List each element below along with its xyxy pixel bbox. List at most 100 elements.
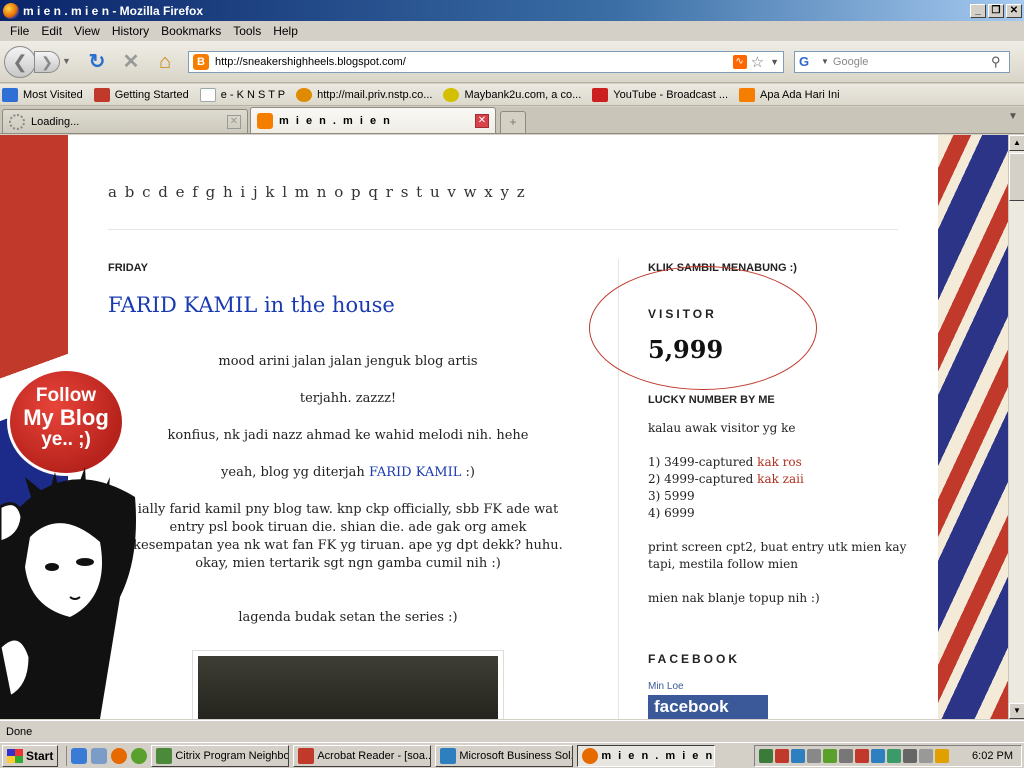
bookmark-mail[interactable]: http://mail.priv.nstp.co... xyxy=(296,87,432,102)
post-paragraph: ially farid kamil pny blog taw. knp ckp … xyxy=(133,502,563,571)
new-tab-button[interactable]: + xyxy=(500,111,526,133)
task-acrobat[interactable]: Acrobat Reader - [soa... xyxy=(293,744,432,767)
tray-icon-mail[interactable] xyxy=(855,749,869,763)
home-icon[interactable]: ⌂ xyxy=(152,49,178,75)
minimize-button[interactable]: _ xyxy=(970,3,986,18)
close-tab-icon[interactable]: ✕ xyxy=(227,114,241,129)
bookmark-label: Getting Started xyxy=(114,88,189,101)
lucky-intro: kalau awak visitor yg ke xyxy=(648,421,796,435)
tray-icon-network[interactable] xyxy=(791,749,805,763)
outlook-icon[interactable] xyxy=(91,747,108,764)
lucky-note: print screen cpt2, buat entry utk mien k… xyxy=(648,540,907,571)
page-viewport[interactable]: a b c d e f g h i j k l m n o p q r s t … xyxy=(0,135,1008,719)
mail-icon xyxy=(296,87,313,102)
menu-file[interactable]: File xyxy=(4,24,35,38)
alphabet-nav[interactable]: a b c d e f g h i j k l m n o p q r s t … xyxy=(108,183,526,201)
tab-label: m i e n . m i e n xyxy=(279,114,392,127)
search-icon[interactable]: ⚲ xyxy=(991,54,1009,70)
menu-bookmarks[interactable]: Bookmarks xyxy=(155,24,227,38)
task-microsoft-business[interactable]: Microsoft Business Sol... xyxy=(435,744,574,767)
taskbar: Start Citrix Program Neighbo... Acrobat … xyxy=(0,742,1024,768)
list-all-tabs-icon[interactable]: ▼ xyxy=(1004,111,1022,129)
start-button[interactable]: Start xyxy=(2,744,59,767)
rss-feed-icon[interactable]: ∿ xyxy=(732,54,747,69)
blogger-icon xyxy=(257,112,273,129)
youtube-icon xyxy=(592,87,609,102)
menu-view[interactable]: View xyxy=(68,24,106,38)
task-firefox[interactable]: m i e n . m i e n - ... xyxy=(577,744,716,767)
tray-icon-keyboard[interactable] xyxy=(903,749,917,763)
menu-history[interactable]: History xyxy=(106,24,155,38)
post-title[interactable]: FARID KAMIL in the house xyxy=(108,293,395,317)
url-text[interactable]: http://sneakershighheels.blogspot.com/ xyxy=(215,56,733,68)
bookmark-most-visited[interactable]: Most Visited xyxy=(2,87,83,102)
hand-drawn-circle xyxy=(589,266,817,390)
kak-zaii-link[interactable]: kak zaii xyxy=(757,472,804,486)
tab-loading[interactable]: Loading... ✕ xyxy=(2,109,248,133)
facebook-profile-name[interactable]: Min Loe xyxy=(648,681,684,692)
bookmark-label: Maybank2u.com, a co... xyxy=(464,88,582,101)
widget-title-visitor: VISITOR xyxy=(648,307,717,321)
bookmark-maybank[interactable]: Maybank2u.com, a co... xyxy=(443,87,582,102)
tray-icon-volume[interactable] xyxy=(919,749,933,763)
bookmark-youtube[interactable]: YouTube - Broadcast ... xyxy=(592,87,728,102)
task-citrix[interactable]: Citrix Program Neighbo... xyxy=(151,744,290,767)
scroll-up-icon[interactable]: ▲ xyxy=(1009,135,1024,151)
windows-logo-icon xyxy=(7,748,23,763)
tray-icon-sync[interactable] xyxy=(823,749,837,763)
menu-help[interactable]: Help xyxy=(267,24,304,38)
close-tab-icon[interactable]: ✕ xyxy=(475,113,489,128)
url-dropdown-icon[interactable]: ▼ xyxy=(770,57,779,67)
stop-icon[interactable]: ✕ xyxy=(118,49,144,75)
search-box[interactable]: G ▼ Google ⚲ xyxy=(794,50,1010,73)
firefox-icon xyxy=(582,747,599,764)
url-bar[interactable]: B http://sneakershighheels.blogspot.com/… xyxy=(188,50,784,73)
tray-icon-v[interactable] xyxy=(759,749,773,763)
search-input[interactable]: Google xyxy=(833,56,991,68)
history-dropdown-icon[interactable]: ▼ xyxy=(62,56,71,66)
reload-icon[interactable]: ↻ xyxy=(84,49,110,75)
citrix-icon xyxy=(156,747,173,764)
kak-ros-link[interactable]: kak ros xyxy=(757,455,802,469)
internet-explorer-icon[interactable] xyxy=(71,747,88,764)
facebook-badge[interactable]: facebook xyxy=(648,695,768,719)
clock[interactable]: 6:02 PM xyxy=(972,750,1013,762)
farid-kamil-link[interactable]: FARID KAMIL xyxy=(369,465,461,480)
follow-my-blog-badge[interactable]: Follow My Blog ye.. ;) xyxy=(7,368,125,476)
close-window-button[interactable]: ✕ xyxy=(1006,3,1022,18)
search-engine-dropdown-icon[interactable]: ▼ xyxy=(821,57,829,66)
tab-mien-mien[interactable]: m i e n . m i e n ✕ xyxy=(250,107,496,133)
menu-edit[interactable]: Edit xyxy=(35,24,68,38)
bookmark-folder-icon xyxy=(2,87,18,102)
tray-icon-printer[interactable] xyxy=(839,749,853,763)
tray-icon-monitor[interactable] xyxy=(807,749,821,763)
restore-button[interactable]: ❐ xyxy=(988,3,1004,18)
tab-label: Loading... xyxy=(31,115,80,128)
task-label: m i e n . m i e n - ... xyxy=(601,749,715,762)
status-text: Done xyxy=(6,725,33,738)
google-icon[interactable]: G xyxy=(799,54,819,70)
acrobat-icon xyxy=(298,747,315,764)
menu-tools[interactable]: Tools xyxy=(227,24,267,38)
post-image[interactable] xyxy=(192,650,504,719)
post-paragraph: mood arini jalan jalan jenguk blog artis xyxy=(218,354,478,369)
media-player-icon[interactable] xyxy=(131,747,148,764)
tray-icon-display[interactable] xyxy=(871,749,885,763)
bookmark-star-icon[interactable]: ☆ xyxy=(751,53,764,71)
tray-icon-alert[interactable] xyxy=(935,749,949,763)
forward-arrow-icon[interactable]: ❯ xyxy=(34,50,60,73)
lucky-item-text: 1) 3499-captured xyxy=(648,455,758,469)
back-arrow-icon[interactable]: ❮ xyxy=(4,45,36,78)
vertical-scrollbar[interactable]: ▲ ▼ xyxy=(1008,135,1024,719)
scroll-down-icon[interactable]: ▼ xyxy=(1009,703,1024,719)
tray-icon-update[interactable] xyxy=(887,749,901,763)
window-title: m i e n . m i e n - Mozilla Firefox xyxy=(23,3,204,18)
navigation-toolbar: ❮ ❯ ▼ ↻ ✕ ⌂ B http://sneakershighheels.b… xyxy=(0,41,1024,83)
tray-icon-shield[interactable] xyxy=(775,749,789,763)
bookmark-apa-ada[interactable]: Apa Ada Hari Ini xyxy=(739,87,840,102)
scroll-thumb[interactable] xyxy=(1009,153,1024,201)
follow-text: ye.. ;) xyxy=(41,429,91,450)
bookmark-eknstp[interactable]: e - K N S T P xyxy=(199,87,285,102)
bookmark-getting-started[interactable]: Getting Started xyxy=(93,87,189,102)
firefox-icon[interactable] xyxy=(111,747,128,764)
